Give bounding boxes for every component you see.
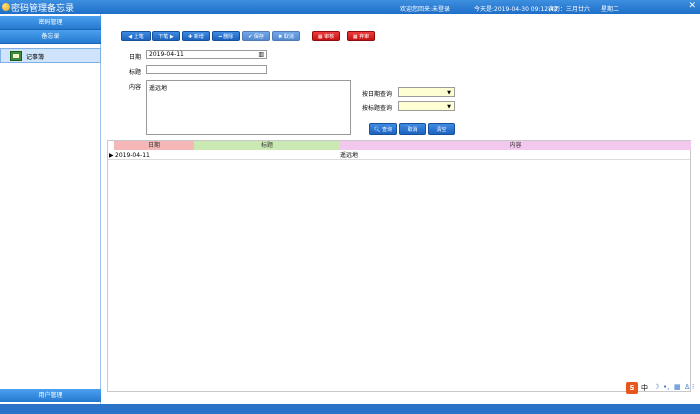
- clear-button[interactable]: 清空: [428, 123, 455, 135]
- main-panel: ◀ 上笔 下笔 ▶ ✚ 新增 ━ 删除 ✔ 保存 ✖ 取消 ▦ 审核 ▦ 弃审 …: [107, 14, 693, 392]
- search-by-title-dropdown[interactable]: ▼: [398, 101, 455, 111]
- prev-button[interactable]: ◀ 上笔: [121, 31, 151, 41]
- row-pointer-icon: ▶: [109, 152, 114, 159]
- save-button[interactable]: ✔ 保存: [242, 31, 270, 41]
- title-field[interactable]: [146, 65, 267, 74]
- cancel-toolbar-button[interactable]: ✖ 取消: [272, 31, 300, 41]
- sidebar: 密码管理 备忘录 记事簿 用户管理: [0, 14, 101, 414]
- delete-button[interactable]: ━ 删除: [212, 31, 240, 41]
- search-by-title-label: 按标题查询: [362, 105, 393, 112]
- user-icon[interactable]: ♙: [684, 383, 690, 391]
- query-cancel-button[interactable]: 取消: [399, 123, 426, 135]
- add-button[interactable]: ✚ 新增: [182, 31, 210, 41]
- sidebar-item-notebook[interactable]: 记事簿: [0, 48, 101, 63]
- date-label: 日期: [129, 54, 142, 61]
- unreview-button[interactable]: ▦ 弃审: [347, 31, 375, 41]
- ime-mode[interactable]: 中: [641, 383, 648, 393]
- moon-icon[interactable]: ☽: [653, 383, 659, 391]
- search-icon: 🔍︎: [374, 127, 381, 133]
- app-title: 密码管理备忘录: [11, 4, 75, 14]
- records-grid: 日期 标题 内容 ▶ 2019-04-11 遥远地: [107, 140, 691, 392]
- notebook-icon: [10, 51, 22, 61]
- login-status: 欢迎您回来:未登录: [400, 6, 451, 13]
- next-button[interactable]: 下笔 ▶: [152, 31, 180, 41]
- row-content: 遥远地: [340, 152, 359, 159]
- chevron-down-icon: ▼: [447, 104, 451, 110]
- sidebar-item-password-mgmt[interactable]: 密码管理: [0, 16, 101, 30]
- chevron-down-icon: ▼: [447, 90, 451, 96]
- sidebar-item-label: 记事簿: [26, 54, 45, 61]
- ime-toolbar[interactable]: S 中 ☽ •, ▦ ♙ ⁝: [626, 382, 700, 394]
- today-date: 今天是:2019-04-30 09:12:42: [474, 6, 558, 13]
- bottom-strip: [0, 404, 700, 414]
- date-value: 2019-04-11: [149, 51, 184, 58]
- search-by-date-label: 按日期查询: [362, 91, 393, 98]
- sidebar-item-memo[interactable]: 备忘录: [0, 30, 101, 44]
- date-field[interactable]: 2019-04-11 ▥: [146, 50, 267, 59]
- column-header-content[interactable]: 内容: [340, 141, 691, 150]
- sogou-ime-icon[interactable]: S: [626, 382, 638, 394]
- title-bar: 密码管理备忘录 欢迎您回来:未登录 今天是:2019-04-30 09:12:4…: [0, 0, 700, 14]
- sidebar-item-user-mgmt[interactable]: 用户管理: [0, 389, 101, 402]
- title-label: 标题: [129, 69, 142, 76]
- content-field[interactable]: 遥远地: [146, 80, 351, 135]
- close-icon[interactable]: ✕: [688, 1, 696, 11]
- keyboard-icon[interactable]: ▦: [674, 383, 681, 391]
- table-row[interactable]: ▶ 2019-04-11 遥远地: [108, 151, 690, 160]
- column-header-date[interactable]: 日期: [114, 141, 194, 150]
- settings-icon[interactable]: ⁝: [692, 383, 694, 391]
- app-icon: [2, 3, 10, 11]
- calendar-icon[interactable]: ▥: [258, 51, 264, 59]
- content-label: 内容: [129, 84, 142, 91]
- review-button[interactable]: ▦ 审核: [312, 31, 340, 41]
- lunar-date: 农历：三月廿六: [548, 6, 591, 13]
- weekday: 星期二: [601, 6, 620, 13]
- column-header-title[interactable]: 标题: [194, 141, 340, 150]
- punctuation-icon[interactable]: •,: [663, 383, 669, 391]
- query-button[interactable]: 🔍︎ 查询: [369, 123, 397, 135]
- search-by-date-dropdown[interactable]: ▼: [398, 87, 455, 97]
- row-date: 2019-04-11: [115, 152, 150, 159]
